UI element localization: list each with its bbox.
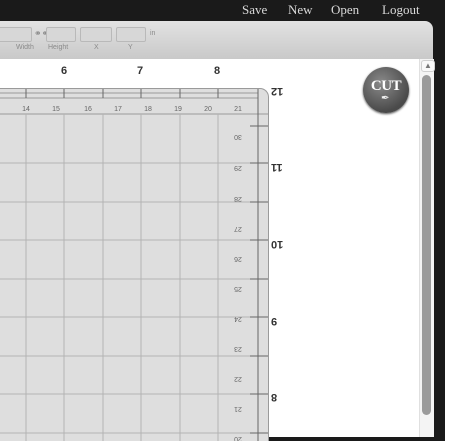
vertical-scrollbar[interactable]: ▲: [419, 59, 435, 437]
ruler-inch-6: 6: [61, 65, 68, 77]
top-cm-labels: 14 15 16 17 18 19 20 21: [22, 106, 242, 113]
app-frame: Save New Open Logout ⚭⚭ in Width Height …: [0, 0, 445, 441]
ruler-cm-label: 30: [234, 133, 242, 140]
ruler-inch-8: 8: [271, 391, 278, 403]
ruler-cm-label: 19: [174, 106, 182, 113]
ruler-cm-label: 21: [234, 405, 242, 412]
ruler-inch-12: 12: [271, 85, 284, 97]
ruler-cm-label: 17: [114, 106, 122, 113]
y-field[interactable]: [116, 27, 146, 42]
x-label: X: [94, 44, 99, 51]
ruler-cm-label: 20: [204, 106, 212, 113]
unit-label: in: [150, 30, 156, 37]
menu-logout[interactable]: Logout: [382, 2, 420, 18]
width-field[interactable]: [0, 27, 32, 42]
properties-toolbar: ⚭⚭ in Width Height X Y: [0, 21, 433, 59]
top-menu: Save New Open Logout: [0, 0, 445, 20]
ruler-cm-label: 22: [234, 375, 242, 382]
page-margin: [445, 0, 455, 441]
height-label: Height: [48, 44, 69, 51]
menu-open[interactable]: Open: [331, 2, 359, 18]
ruler-inch-8: 8: [214, 65, 221, 77]
ruler-cm-label: 27: [234, 225, 242, 232]
ruler-cm-label: 24: [234, 315, 242, 322]
scroll-up-arrow-icon[interactable]: ▲: [421, 60, 435, 72]
ruler-inch-7: 7: [137, 65, 144, 77]
knife-icon: ✒: [381, 93, 390, 104]
ruler-inch-10: 10: [271, 238, 284, 250]
cutting-mat[interactable]: 14 15 16 17 18 19 20 21 30 29 28 27 26 2…: [0, 88, 269, 441]
ruler-cm-label: 28: [234, 195, 242, 202]
ruler-inch-11: 11: [271, 161, 283, 173]
mat-grid: 14 15 16 17 18 19 20 21 30 29 28 27 26 2…: [0, 89, 268, 441]
ruler-cm-label: 23: [234, 345, 242, 352]
ruler-cm-label: 14: [22, 106, 30, 113]
ruler-cm-label: 18: [144, 106, 152, 113]
ruler-cm-label: 29: [234, 164, 242, 171]
ruler-cm-label: 21: [234, 106, 242, 113]
canvas-workspace[interactable]: 6 7 8 14 15 16 17 18 19 20 21 30 29 28 2…: [0, 59, 433, 441]
scroll-thumb[interactable]: [422, 75, 431, 415]
height-field[interactable]: [46, 27, 76, 42]
width-label: Width: [16, 44, 34, 51]
ruler-cm-label: 26: [234, 255, 242, 262]
ruler-cm-label: 25: [234, 285, 242, 292]
ruler-cm-label: 16: [84, 106, 92, 113]
ruler-inch-9: 9: [271, 315, 278, 327]
y-label: Y: [128, 44, 133, 51]
menu-save[interactable]: Save: [242, 2, 267, 18]
x-field[interactable]: [80, 27, 112, 42]
side-cm-labels: 30 29 28 27 26 25 24 23 22 21 20: [234, 133, 242, 441]
ruler-cm-label: 20: [234, 435, 242, 441]
menu-new[interactable]: New: [288, 2, 313, 18]
ruler-cm-label: 15: [52, 106, 60, 113]
cut-logo-button[interactable]: CUT ✒: [363, 67, 409, 113]
